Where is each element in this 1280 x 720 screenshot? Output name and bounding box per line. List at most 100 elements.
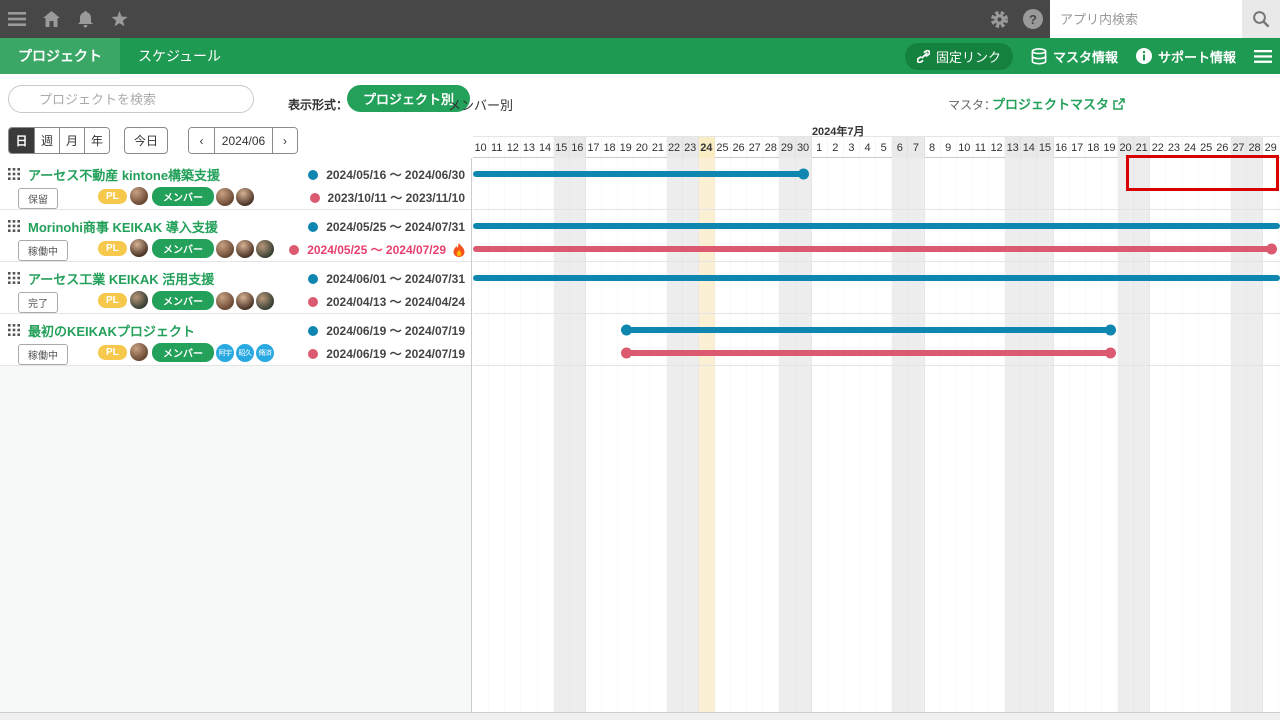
scale-month-button[interactable]: 月 — [59, 128, 84, 153]
actual-bar[interactable] — [621, 347, 1116, 359]
gantt-column — [473, 158, 489, 712]
gantt-header: 2024年7月 10 11 12 13 14 15 16 17 18 19 20 21 22 23 24 25… — [473, 122, 1280, 158]
gantt-column — [731, 158, 747, 712]
gantt-day-cell: 26 — [731, 137, 747, 158]
member-avatar[interactable] — [256, 291, 274, 310]
gantt-column — [505, 158, 521, 712]
fire-icon — [453, 242, 465, 257]
date-controls: 日 週 月 年 今日 ‹ 2024/06 › — [0, 122, 472, 158]
view-by-member-button[interactable]: メンバー別 — [448, 95, 513, 114]
help-icon[interactable]: ? — [1016, 0, 1050, 38]
pl-avatar[interactable] — [129, 343, 148, 361]
plan-bar[interactable] — [473, 223, 1280, 229]
plan-bar[interactable] — [621, 324, 1116, 336]
gantt-day-cell: 27 — [747, 137, 763, 158]
pl-avatar[interactable] — [129, 187, 148, 205]
gantt-day-cell: 7 — [908, 137, 925, 158]
gear-icon[interactable] — [982, 0, 1016, 38]
gantt-day-cell: 11 — [489, 137, 505, 158]
prev-period-button[interactable]: ‹ — [189, 128, 214, 153]
gantt-column — [618, 158, 634, 712]
link-icon — [916, 49, 930, 63]
scale-day-button[interactable]: 日 — [9, 128, 34, 153]
pl-badge: PL — [98, 344, 127, 360]
member-avatar[interactable]: 脩済 — [256, 343, 274, 362]
support-info-button[interactable]: サポート情報 — [1135, 47, 1236, 66]
external-link-icon — [1113, 97, 1125, 110]
tab-schedule[interactable]: スケジュール — [120, 38, 239, 74]
master-info-button[interactable]: マスタ情報 — [1031, 47, 1118, 66]
today-button[interactable]: 今日 — [124, 127, 168, 154]
gantt-day-cell: 29 — [1263, 137, 1279, 158]
member-avatar[interactable]: 阿宇 — [216, 343, 234, 362]
plan-bar[interactable] — [473, 275, 1280, 281]
project-list-panel: アーセス不動産 kintone構築支援 保留 PL メンバー 2024/05/1… — [0, 158, 472, 712]
member-badge: メンバー — [152, 187, 214, 206]
plan-bar[interactable] — [473, 168, 809, 180]
view-format-label: 表示形式： — [288, 98, 349, 112]
member-avatar[interactable] — [216, 239, 234, 258]
drag-handle-icon[interactable] — [8, 167, 20, 185]
current-period[interactable]: 2024/06 — [214, 128, 272, 153]
gantt-day-cell: 23 — [682, 137, 699, 158]
gantt-column — [650, 158, 666, 712]
gantt-day-cell: 13 — [521, 137, 537, 158]
scale-week-button[interactable]: 週 — [34, 128, 59, 153]
project-master-link[interactable]: プロジェクトマスタ — [992, 94, 1125, 113]
drag-handle-icon[interactable] — [8, 219, 20, 237]
member-badge: メンバー — [152, 239, 214, 258]
gantt-columns — [473, 158, 1280, 712]
project-name-link[interactable]: 最初のKEIKAKプロジェクト — [28, 321, 195, 340]
gantt-column — [747, 158, 763, 712]
status-badge: 稼働中 — [18, 344, 68, 365]
gantt-column — [1005, 158, 1022, 712]
plan-date-range: 2024/06/19 ～ 2024/07/19 — [308, 322, 465, 339]
member-avatar[interactable] — [216, 291, 234, 310]
drag-handle-icon[interactable] — [8, 323, 20, 341]
bar-end-dot — [1104, 324, 1116, 336]
app-search-button[interactable] — [1242, 0, 1280, 38]
gantt-column — [569, 158, 586, 712]
pinned-link-button[interactable]: 固定リンク — [904, 42, 1013, 70]
gantt-day-cell: 14 — [538, 137, 554, 158]
app-search-input[interactable] — [1050, 0, 1242, 38]
row-separator — [473, 313, 1280, 314]
tab-project[interactable]: プロジェクト — [0, 38, 120, 74]
member-avatar[interactable] — [216, 187, 234, 206]
app-menu-icon[interactable] — [1254, 49, 1272, 63]
project-search-input[interactable] — [8, 85, 254, 113]
gantt-column — [908, 158, 925, 712]
gantt-day-cell: 2 — [828, 137, 844, 158]
project-row: Morinohi商事 KEIKAK 導入支援 稼働中 PL メンバー 2024/… — [0, 210, 471, 262]
project-name-link[interactable]: アーセス工業 KEIKAK 活用支援 — [28, 269, 214, 288]
scale-year-button[interactable]: 年 — [84, 128, 109, 153]
drag-handle-icon[interactable] — [8, 271, 20, 289]
gantt-column — [521, 158, 537, 712]
gantt-column — [1021, 158, 1038, 712]
gantt-column — [812, 158, 828, 712]
actual-dot — [308, 348, 319, 359]
gantt-column — [602, 158, 618, 712]
horizontal-scrollbar[interactable] — [0, 712, 1280, 720]
actual-bar[interactable] — [473, 243, 1277, 255]
member-avatar[interactable] — [256, 239, 274, 258]
gantt-column — [844, 158, 860, 712]
project-name-link[interactable]: アーセス不動産 kintone構築支援 — [28, 165, 220, 184]
pl-avatar[interactable] — [129, 291, 148, 309]
star-icon[interactable] — [102, 0, 136, 38]
bell-icon[interactable] — [68, 0, 102, 38]
gantt-day-cell: 25 — [715, 137, 731, 158]
pl-avatar[interactable] — [129, 239, 148, 257]
member-avatar[interactable] — [236, 291, 254, 310]
plan-dot — [308, 273, 319, 284]
next-period-button[interactable]: › — [272, 128, 297, 153]
status-badge: 完了 — [18, 292, 58, 313]
member-avatar[interactable] — [236, 187, 254, 206]
member-avatar[interactable]: 昭久 — [236, 343, 254, 362]
project-name-link[interactable]: Morinohi商事 KEIKAK 導入支援 — [28, 217, 218, 236]
hamburger-icon[interactable] — [0, 0, 34, 38]
gantt-column — [795, 158, 812, 712]
home-icon[interactable] — [34, 0, 68, 38]
member-avatar[interactable] — [236, 239, 254, 258]
gantt-day-cell: 19 — [618, 137, 634, 158]
